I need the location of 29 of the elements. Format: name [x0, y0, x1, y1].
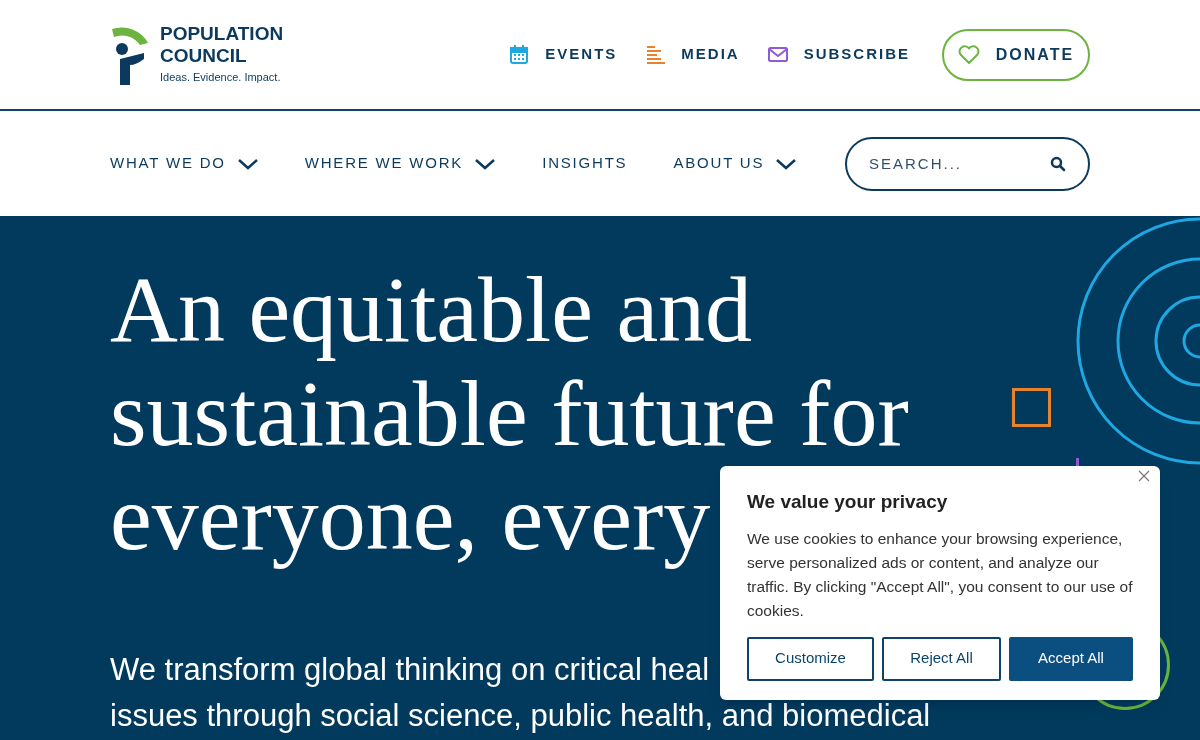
- cookie-accept-button[interactable]: Accept All: [1009, 636, 1133, 681]
- hero-text-line: issues through social science, public health, and biomedical: [110, 698, 931, 734]
- cookie-text: We use cookies to enhance your browsing experience, serve personalized ads or content, and analyze our traffic. By clicking "Accept All", you consent to our use of cookies.: [747, 528, 1133, 621]
- hero-text-line: We transform global thinking on critical heal: [110, 652, 710, 688]
- search-field[interactable]: SEARCH...: [845, 136, 1090, 191]
- search-icon[interactable]: [1050, 155, 1066, 172]
- nav-menu-item[interactable]: ABOUT US: [673, 152, 798, 175]
- nav-link[interactable]: MEDIA: [681, 43, 740, 66]
- heart-icon: [957, 44, 980, 65]
- hero-heading-line: everyone, every: [110, 465, 711, 569]
- nav-menu-item[interactable]: WHERE WE WORK: [304, 152, 497, 175]
- square-outline: [1012, 388, 1051, 427]
- logo-text: COUNCIL: [160, 45, 248, 68]
- logo-tagline: Ideas. Evidence. Impact.: [160, 70, 282, 86]
- close-icon[interactable]: [1138, 470, 1150, 482]
- cookie-title: We value your privacy: [747, 490, 949, 514]
- nav-link[interactable]: EVENTS: [545, 43, 618, 66]
- mail-icon: [767, 44, 788, 65]
- lines-icon: [645, 44, 666, 65]
- cookie-option-button[interactable]: Customize: [747, 636, 874, 681]
- donate-button[interactable]: DONATE: [942, 28, 1090, 81]
- hero-heading-line: An equitable and: [110, 257, 753, 361]
- logo-text: POPULATION: [160, 23, 284, 46]
- nav-menu-item[interactable]: INSIGHTS: [542, 152, 628, 175]
- nav-menu-item[interactable]: WHAT WE DO: [110, 152, 259, 175]
- nav-link[interactable]: SUBSCRIBE: [803, 43, 910, 66]
- hero-heading-line: sustainable future for: [110, 361, 909, 465]
- calendar-icon: [509, 44, 530, 65]
- cookie-option-button[interactable]: Reject All: [882, 636, 1001, 681]
